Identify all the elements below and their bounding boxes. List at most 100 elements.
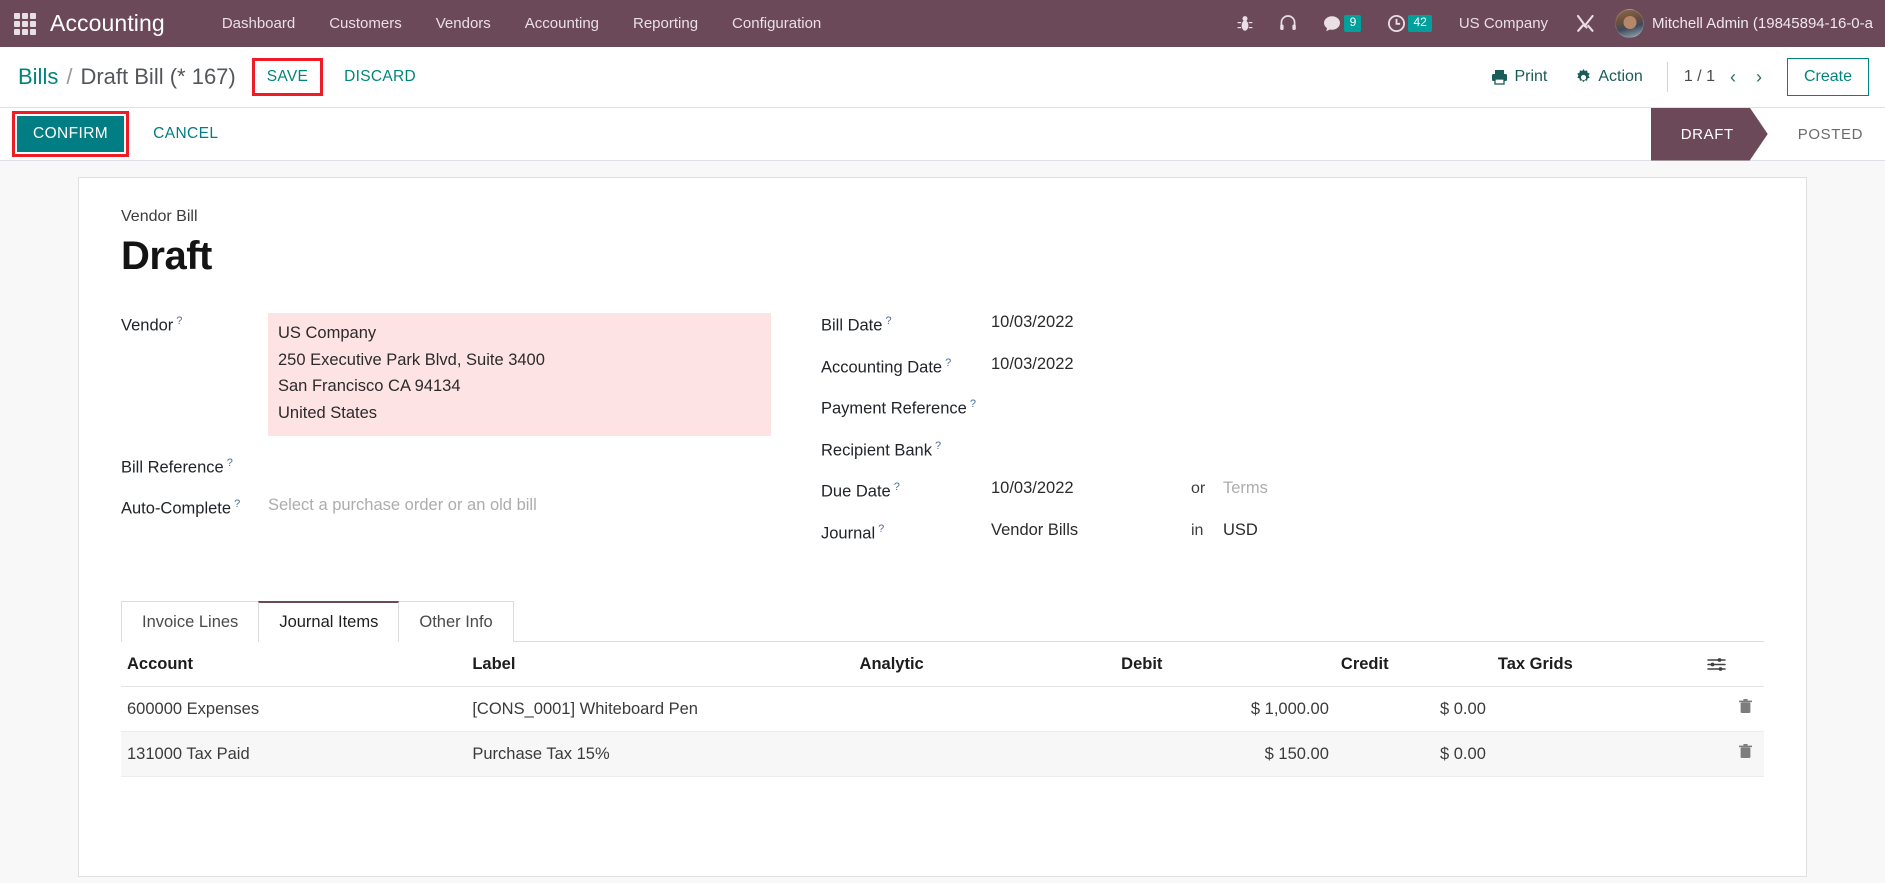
avatar[interactable] [1615, 9, 1645, 38]
printer-icon [1491, 69, 1508, 85]
menu-item-vendors[interactable]: Vendors [419, 3, 508, 44]
cell-debit[interactable]: $ 150.00 [1115, 731, 1335, 777]
column-header-tax-grids[interactable]: Tax Grids [1491, 642, 1702, 687]
vendor-street: 250 Executive Park Blvd, Suite 3400 [278, 350, 545, 369]
tooltip-icon[interactable]: ? [878, 523, 884, 535]
column-settings-icon[interactable] [1707, 657, 1752, 672]
row-delete-button[interactable] [1701, 686, 1764, 732]
statusbar: CONFIRM CANCEL DRAFT POSTED [0, 108, 1885, 161]
apps-grid-icon[interactable] [14, 12, 36, 35]
pager-next-icon[interactable]: › [1751, 66, 1767, 88]
user-menu[interactable]: Mitchell Admin (19845894-16-0-a [1652, 15, 1873, 32]
table-row[interactable]: 600000 Expenses [CONS_0001] Whiteboard P… [121, 686, 1764, 732]
menu-item-reporting[interactable]: Reporting [616, 3, 715, 44]
cell-label[interactable]: Purchase Tax 15% [466, 731, 854, 777]
journal-label: Journal? [821, 522, 885, 543]
currency-input[interactable]: USD [1223, 521, 1258, 540]
bill-date-input[interactable]: 10/03/2022 [991, 313, 1074, 332]
tooltip-icon[interactable]: ? [894, 481, 900, 493]
column-header-credit[interactable]: Credit [1334, 642, 1492, 687]
table-header-row: Account Label Analytic Debit Credit Tax … [121, 642, 1764, 687]
cell-label[interactable]: [CONS_0001] Whiteboard Pen [466, 686, 854, 732]
tooltip-icon[interactable]: ? [945, 357, 951, 369]
table-row[interactable]: 131000 Tax Paid Purchase Tax 15% $ 150.0… [121, 731, 1764, 777]
activity-clock-icon[interactable]: 42 [1374, 8, 1444, 39]
row-delete-button[interactable] [1701, 731, 1764, 777]
column-header-analytic[interactable]: Analytic [853, 642, 1116, 687]
field-row-recipient-bank: Recipient Bank? [821, 438, 1764, 461]
menu-item-customers[interactable]: Customers [312, 3, 419, 44]
cell-analytic[interactable] [853, 731, 1116, 777]
status-badge-posted[interactable]: POSTED [1768, 108, 1885, 161]
discard-button[interactable]: DISCARD [335, 63, 425, 91]
trash-icon[interactable] [1739, 744, 1752, 762]
cancel-button[interactable]: CANCEL [139, 116, 232, 152]
journal-input[interactable]: Vendor Bills [991, 521, 1191, 540]
main-menu: Dashboard Customers Vendors Accounting R… [205, 3, 838, 44]
vendor-country: United States [278, 404, 378, 423]
wrench-screwdriver-icon[interactable] [1562, 7, 1609, 40]
messages-badge: 9 [1344, 15, 1362, 32]
bug-icon[interactable] [1224, 8, 1266, 39]
auto-complete-label: Auto-Complete? [121, 498, 241, 518]
field-row-auto-complete: Auto-Complete? Select a purchase order o… [121, 496, 811, 519]
menu-item-accounting[interactable]: Accounting [508, 3, 616, 44]
due-date-input[interactable]: 10/03/2022 [991, 479, 1191, 498]
field-row-bill-date: Bill Date? 10/03/2022 [821, 313, 1764, 336]
tooltip-icon[interactable]: ? [234, 498, 240, 510]
tab-journal-items[interactable]: Journal Items [258, 601, 400, 643]
cell-account[interactable]: 600000 Expenses [121, 686, 467, 732]
breadcrumb-bills-link[interactable]: Bills [18, 64, 58, 90]
tooltip-icon[interactable]: ? [970, 398, 976, 410]
cell-account[interactable]: 131000 Tax Paid [121, 731, 467, 777]
field-row-vendor: Vendor? US Company 250 Executive Park Bl… [121, 313, 811, 436]
menu-item-dashboard[interactable]: Dashboard [205, 3, 312, 44]
pager-previous-icon[interactable]: ‹ [1725, 66, 1741, 88]
accounting-date-input[interactable]: 10/03/2022 [991, 355, 1074, 374]
cell-analytic[interactable] [853, 686, 1116, 732]
column-header-debit[interactable]: Debit [1115, 642, 1335, 687]
field-row-bill-reference: Bill Reference? [121, 455, 811, 478]
column-header-account[interactable]: Account [121, 642, 467, 687]
support-headset-icon[interactable] [1266, 8, 1310, 39]
cell-credit[interactable]: $ 0.00 [1334, 731, 1492, 777]
tooltip-icon[interactable]: ? [935, 440, 941, 452]
journal-conjunction: in [1191, 521, 1204, 539]
tab-invoice-lines[interactable]: Invoice Lines [121, 601, 260, 642]
cell-tax-grids[interactable] [1491, 686, 1702, 732]
control-panel: Bills / Draft Bill (* 167) SAVE DISCARD … [0, 47, 1885, 108]
auto-complete-input[interactable]: Select a purchase order or an old bill [268, 496, 537, 515]
vendor-field[interactable]: US Company 250 Executive Park Blvd, Suit… [268, 313, 771, 436]
cell-debit[interactable]: $ 1,000.00 [1115, 686, 1335, 732]
vendor-city: San Francisco CA 94134 [278, 377, 461, 396]
divider [1666, 62, 1668, 92]
status-badge-draft[interactable]: DRAFT [1651, 108, 1768, 161]
app-brand-accounting[interactable]: Accounting [50, 10, 165, 37]
cell-credit[interactable]: $ 0.00 [1334, 686, 1492, 732]
tooltip-icon[interactable]: ? [176, 315, 182, 327]
confirm-button[interactable]: CONFIRM [17, 116, 125, 152]
form-column-right: Bill Date? 10/03/2022 Accounting Date? 1… [811, 313, 1764, 562]
print-label: Print [1514, 68, 1548, 85]
optional-columns-toggle[interactable] [1701, 642, 1764, 687]
tooltip-icon[interactable]: ? [227, 457, 233, 469]
tooltip-icon[interactable]: ? [885, 315, 891, 327]
menu-item-configuration[interactable]: Configuration [715, 3, 838, 44]
trash-icon[interactable] [1739, 699, 1752, 717]
due-date-label: Due Date? [821, 481, 900, 501]
save-button-highlight: SAVE [251, 58, 324, 96]
form-sheet: Vendor Bill Draft Vendor? US Company 250… [78, 177, 1807, 877]
company-switcher[interactable]: US Company [1445, 7, 1562, 40]
pager-count: 1 / 1 [1683, 68, 1715, 85]
cell-tax-grids[interactable] [1491, 731, 1702, 777]
save-button[interactable]: SAVE [258, 63, 317, 91]
tab-other-info[interactable]: Other Info [398, 601, 514, 642]
print-button[interactable]: Print [1477, 62, 1561, 92]
create-button[interactable]: Create [1786, 58, 1869, 96]
column-header-label[interactable]: Label [466, 642, 854, 687]
payment-terms-input[interactable]: Terms [1223, 479, 1268, 498]
notebook-tabs: Invoice Lines Journal Items Other Info [121, 600, 1764, 643]
breadcrumb-separator: / [66, 64, 73, 89]
action-button[interactable]: Action [1561, 62, 1656, 92]
messages-icon[interactable]: 9 [1310, 9, 1374, 39]
